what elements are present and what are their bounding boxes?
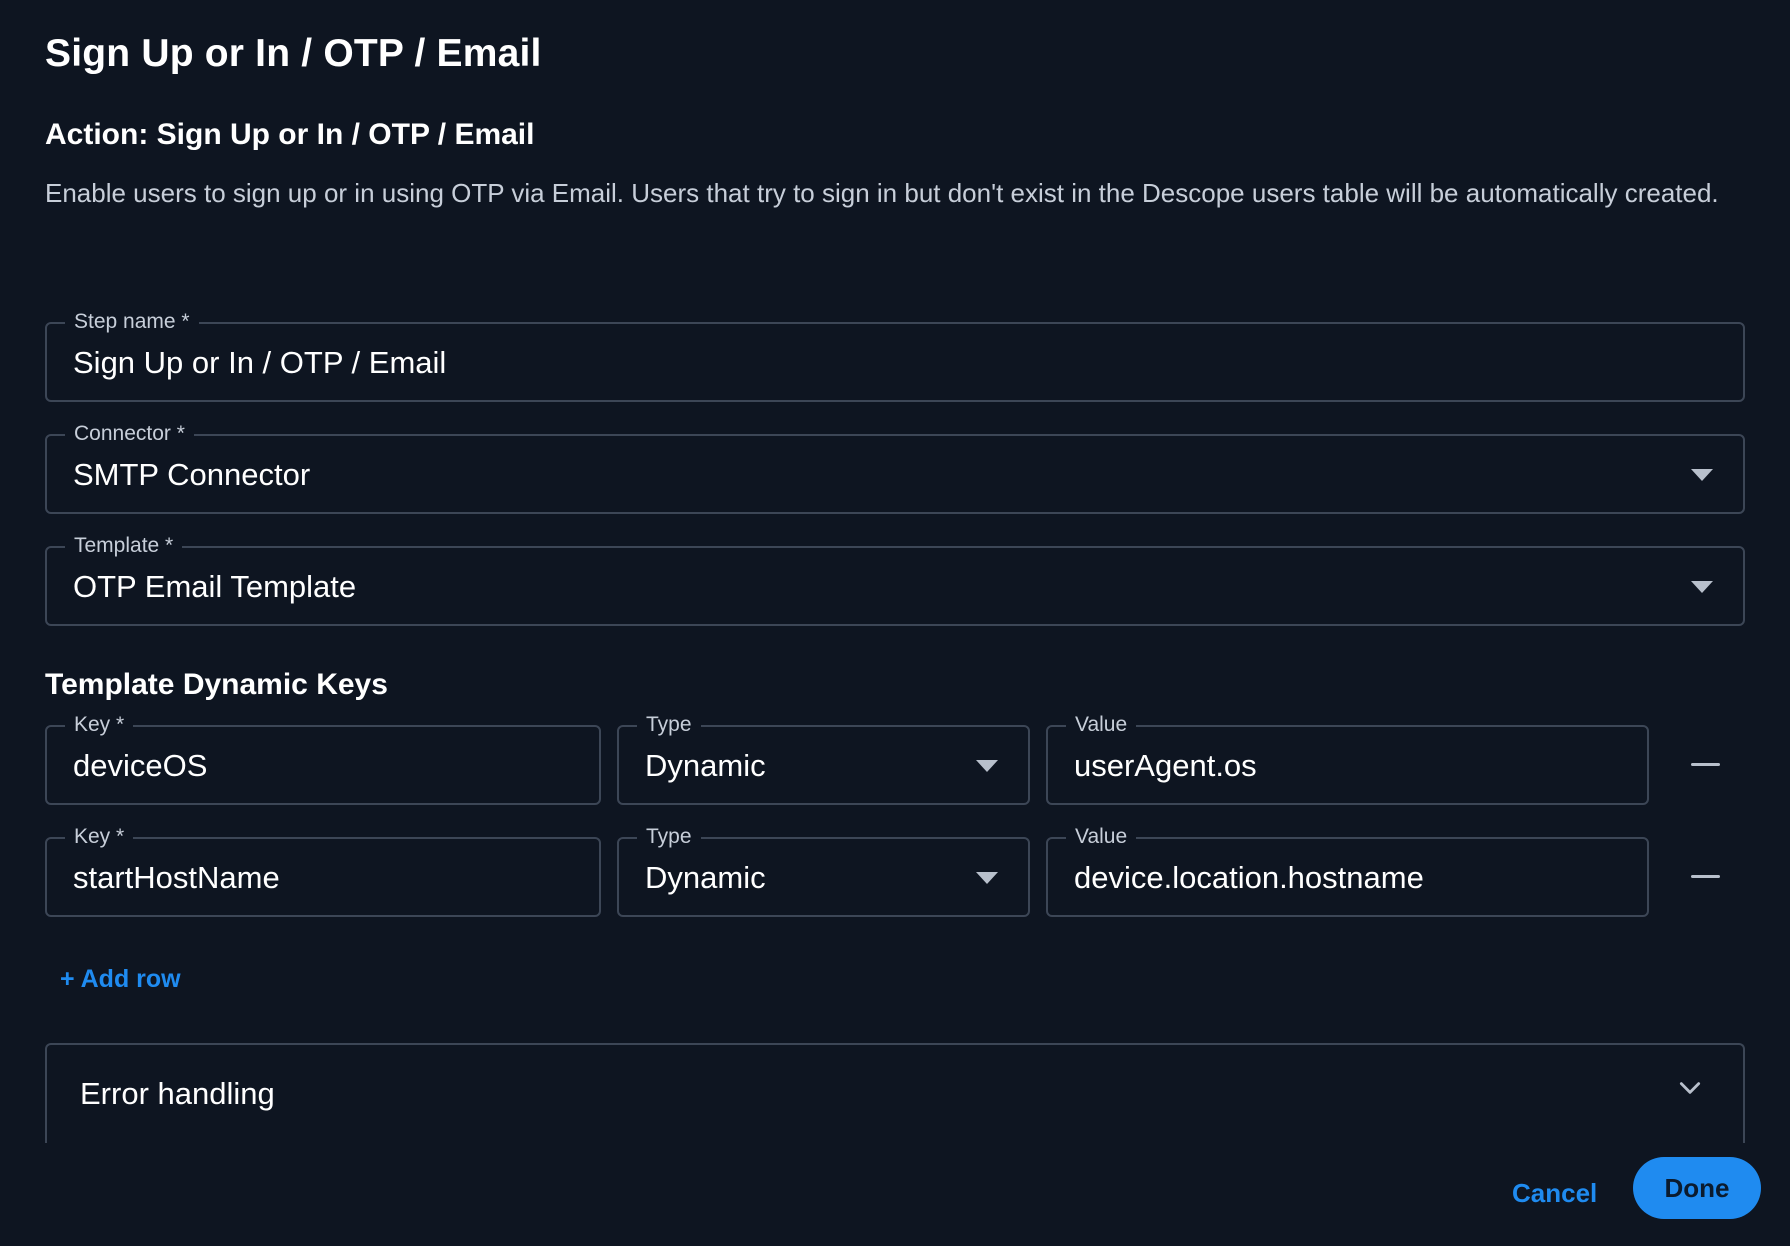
value-field[interactable]: Value userAgent.os xyxy=(1046,712,1649,805)
step-config-dialog: Sign Up or In / OTP / Email Action: Sign… xyxy=(0,0,1790,1246)
done-button[interactable]: Done xyxy=(1633,1157,1761,1219)
error-handling-label: Error handling xyxy=(80,1076,275,1111)
caret-down-icon[interactable] xyxy=(1691,469,1713,481)
action-title: Action: Sign Up or In / OTP / Email xyxy=(45,118,535,151)
value-field[interactable]: Value device.location.hostname xyxy=(1046,824,1649,917)
connector-label: Connector * xyxy=(65,421,194,447)
minus-icon xyxy=(1691,763,1720,766)
value-label: Value xyxy=(1066,824,1137,850)
key-field[interactable]: Key * startHostName xyxy=(45,824,601,917)
connector-value: SMTP Connector xyxy=(73,457,311,492)
template-value: OTP Email Template xyxy=(73,569,357,604)
value-input[interactable]: device.location.hostname xyxy=(1074,859,1424,897)
step-name-field[interactable]: Step name * Sign Up or In / OTP / Email xyxy=(45,309,1745,402)
dialog-title: Sign Up or In / OTP / Email xyxy=(45,32,542,75)
value-input[interactable]: userAgent.os xyxy=(1074,747,1257,785)
type-value: Dynamic xyxy=(645,748,766,783)
key-field[interactable]: Key * deviceOS xyxy=(45,712,601,805)
error-handling-accordion[interactable]: Error handling xyxy=(45,1043,1745,1143)
dynamic-keys-title: Template Dynamic Keys xyxy=(45,668,388,701)
type-label: Type xyxy=(637,824,701,850)
type-label: Type xyxy=(637,712,701,738)
step-name-label: Step name * xyxy=(65,309,199,335)
key-label: Key * xyxy=(65,712,134,738)
key-input[interactable]: startHostName xyxy=(73,859,280,897)
key-label: Key * xyxy=(65,824,134,850)
key-input[interactable]: deviceOS xyxy=(73,747,207,785)
template-select[interactable]: Template * OTP Email Template xyxy=(45,533,1745,626)
connector-select[interactable]: Connector * SMTP Connector xyxy=(45,421,1745,514)
remove-row-button[interactable] xyxy=(1683,743,1727,787)
action-description: Enable users to sign up or in using OTP … xyxy=(45,178,1719,208)
add-row-button[interactable]: + Add row xyxy=(60,965,181,994)
caret-down-icon[interactable] xyxy=(1691,581,1713,593)
template-label: Template * xyxy=(65,533,183,559)
cancel-button[interactable]: Cancel xyxy=(1500,1170,1609,1217)
minus-icon xyxy=(1691,875,1720,878)
chevron-down-icon xyxy=(1679,1082,1701,1094)
step-name-input[interactable]: Sign Up or In / OTP / Email xyxy=(73,344,446,382)
value-label: Value xyxy=(1066,712,1137,738)
type-select[interactable]: Type Dynamic xyxy=(617,712,1030,805)
caret-down-icon[interactable] xyxy=(976,760,998,772)
caret-down-icon[interactable] xyxy=(976,872,998,884)
type-select[interactable]: Type Dynamic xyxy=(617,824,1030,917)
remove-row-button[interactable] xyxy=(1683,855,1727,899)
type-value: Dynamic xyxy=(645,860,766,895)
